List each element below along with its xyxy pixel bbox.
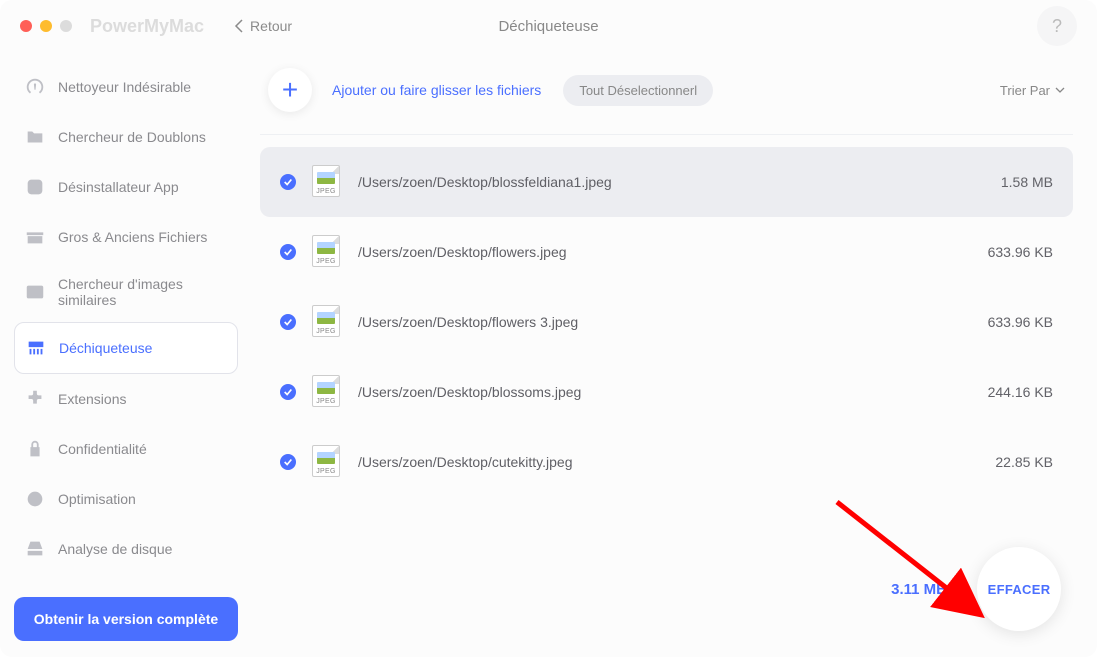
sidebar-item-extensions[interactable]: Extensions bbox=[14, 374, 238, 424]
sidebar-item-label: Chercheur de Doublons bbox=[58, 129, 206, 145]
back-button[interactable]: Retour bbox=[234, 18, 292, 34]
sidebar-item-privacy[interactable]: Confidentialité bbox=[14, 424, 238, 474]
sidebar-list: Nettoyeur Indésirable Chercheur de Doubl… bbox=[0, 62, 252, 587]
add-button[interactable]: + bbox=[268, 68, 312, 112]
shredder-icon bbox=[25, 337, 47, 359]
file-path: /Users/zoen/Desktop/flowers.jpeg bbox=[358, 244, 567, 260]
back-label: Retour bbox=[250, 18, 292, 34]
jpeg-file-icon: JPEG bbox=[312, 165, 342, 199]
checkbox-icon[interactable] bbox=[280, 244, 296, 260]
sidebar-item-label: Gros & Anciens Fichiers bbox=[58, 229, 207, 245]
image-icon bbox=[24, 281, 46, 303]
title-bar: PowerMyMac Retour Déchiqueteuse ? bbox=[0, 0, 1097, 52]
gauge-icon bbox=[24, 76, 46, 98]
jpeg-file-icon: JPEG bbox=[312, 375, 342, 409]
app-name: PowerMyMac bbox=[90, 16, 204, 37]
sidebar-item-optimization[interactable]: Optimisation bbox=[14, 474, 238, 524]
close-icon[interactable] bbox=[20, 20, 32, 32]
sidebar-item-disk-analysis[interactable]: Analyse de disque bbox=[14, 524, 238, 574]
checkbox-icon[interactable] bbox=[280, 454, 296, 470]
plus-icon: + bbox=[282, 74, 298, 106]
sort-label: Trier Par bbox=[1000, 83, 1050, 98]
sidebar-item-label: Déchiqueteuse bbox=[59, 340, 152, 356]
page-title: Déchiqueteuse bbox=[498, 18, 598, 35]
file-size: 633.96 KB bbox=[988, 244, 1053, 260]
file-row[interactable]: JPEG /Users/zoen/Desktop/blossoms.jpeg 2… bbox=[260, 357, 1073, 427]
sort-button[interactable]: Trier Par bbox=[1000, 83, 1065, 98]
full-version-button[interactable]: Obtenir la version complète bbox=[14, 597, 238, 641]
app-window: PowerMyMac Retour Déchiqueteuse ? Nettoy… bbox=[0, 0, 1097, 657]
erase-button[interactable]: EFFACER bbox=[977, 547, 1061, 631]
sidebar-item-label: Optimisation bbox=[58, 491, 136, 507]
sidebar-item-label: Chercheur d'images similaires bbox=[58, 276, 228, 308]
file-row[interactable]: JPEG /Users/zoen/Desktop/cutekitty.jpeg … bbox=[260, 427, 1073, 497]
maximize-icon[interactable] bbox=[60, 20, 72, 32]
file-size: 1.58 MB bbox=[1001, 174, 1053, 190]
traffic-lights bbox=[20, 20, 72, 32]
file-path: /Users/zoen/Desktop/blossoms.jpeg bbox=[358, 384, 581, 400]
checkbox-icon[interactable] bbox=[280, 174, 296, 190]
jpeg-file-icon: JPEG bbox=[312, 445, 342, 479]
rocket-icon bbox=[24, 488, 46, 510]
folders-icon bbox=[24, 126, 46, 148]
sidebar-item-label: Désinstallateur App bbox=[58, 179, 179, 195]
sidebar-item-large-old-files[interactable]: Gros & Anciens Fichiers bbox=[14, 212, 238, 262]
file-size: 633.96 KB bbox=[988, 314, 1053, 330]
file-row[interactable]: JPEG /Users/zoen/Desktop/flowers.jpeg 63… bbox=[260, 217, 1073, 287]
file-list: JPEG /Users/zoen/Desktop/blossfeldiana1.… bbox=[260, 135, 1073, 527]
sidebar-item-label: Confidentialité bbox=[58, 441, 147, 457]
sidebar: Nettoyeur Indésirable Chercheur de Doubl… bbox=[0, 52, 252, 657]
main: + Ajouter ou faire glisser les fichiers … bbox=[252, 52, 1097, 657]
checkbox-icon[interactable] bbox=[280, 384, 296, 400]
app-icon bbox=[24, 176, 46, 198]
file-row[interactable]: JPEG /Users/zoen/Desktop/blossfeldiana1.… bbox=[260, 147, 1073, 217]
total-size: 3.11 MB bbox=[891, 581, 947, 598]
lock-icon bbox=[24, 438, 46, 460]
chevron-down-icon bbox=[1055, 87, 1065, 93]
file-size: 22.85 KB bbox=[995, 454, 1053, 470]
sidebar-item-similar-images[interactable]: Chercheur d'images similaires bbox=[14, 262, 238, 322]
chevron-left-icon bbox=[234, 19, 244, 33]
disk-icon bbox=[24, 538, 46, 560]
sidebar-item-junk-cleaner[interactable]: Nettoyeur Indésirable bbox=[14, 62, 238, 112]
footer: 3.11 MB EFFACER bbox=[260, 527, 1073, 641]
file-path: /Users/zoen/Desktop/flowers 3.jpeg bbox=[358, 314, 578, 330]
puzzle-icon bbox=[24, 388, 46, 410]
file-path: /Users/zoen/Desktop/blossfeldiana1.jpeg bbox=[358, 174, 612, 190]
help-button[interactable]: ? bbox=[1037, 6, 1077, 46]
deselect-all-button[interactable]: Tout Déselectionnerl bbox=[563, 75, 713, 106]
file-path: /Users/zoen/Desktop/cutekitty.jpeg bbox=[358, 454, 573, 470]
jpeg-file-icon: JPEG bbox=[312, 305, 342, 339]
toolbar: + Ajouter ou faire glisser les fichiers … bbox=[260, 62, 1073, 135]
sidebar-item-label: Analyse de disque bbox=[58, 541, 172, 557]
box-icon bbox=[24, 226, 46, 248]
body: Nettoyeur Indésirable Chercheur de Doubl… bbox=[0, 52, 1097, 657]
sidebar-item-label: Nettoyeur Indésirable bbox=[58, 79, 191, 95]
checkbox-icon[interactable] bbox=[280, 314, 296, 330]
sidebar-item-shredder[interactable]: Déchiqueteuse bbox=[14, 322, 238, 374]
sidebar-item-duplicate-finder[interactable]: Chercheur de Doublons bbox=[14, 112, 238, 162]
sidebar-item-label: Extensions bbox=[58, 391, 126, 407]
add-label: Ajouter ou faire glisser les fichiers bbox=[332, 82, 541, 98]
jpeg-file-icon: JPEG bbox=[312, 235, 342, 269]
file-row[interactable]: JPEG /Users/zoen/Desktop/flowers 3.jpeg … bbox=[260, 287, 1073, 357]
minimize-icon[interactable] bbox=[40, 20, 52, 32]
sidebar-item-app-uninstaller[interactable]: Désinstallateur App bbox=[14, 162, 238, 212]
file-size: 244.16 KB bbox=[988, 384, 1053, 400]
